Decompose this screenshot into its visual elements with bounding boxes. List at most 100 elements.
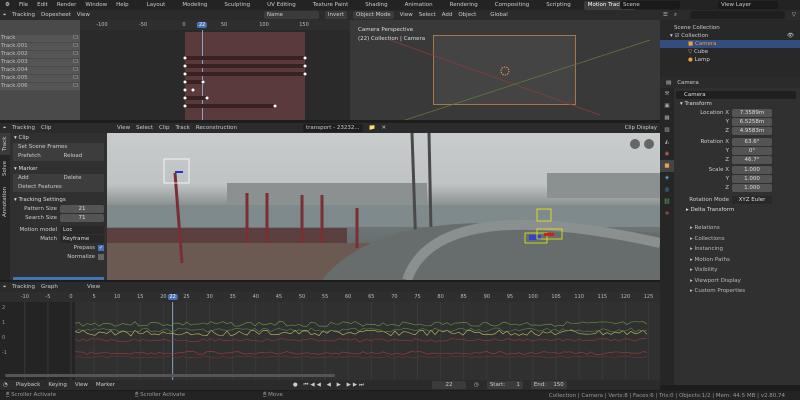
- editor-type-icon[interactable]: ⌖: [3, 125, 6, 132]
- viewport-menu-select[interactable]: Select: [419, 12, 436, 18]
- transform-panel-header[interactable]: ▾ Transform: [676, 99, 796, 109]
- tab-animation[interactable]: Animation: [401, 1, 437, 10]
- clip-display-menu[interactable]: Clip Display: [625, 125, 657, 131]
- pan-gizmo-icon[interactable]: [630, 139, 640, 149]
- normalize-checkbox[interactable]: [98, 253, 104, 260]
- channel-track[interactable]: Track.001 ☐: [0, 43, 80, 50]
- tab-sculpting[interactable]: Sculpting: [220, 1, 254, 10]
- detect-features-button[interactable]: Detect Features: [13, 183, 104, 192]
- delta-transform-header[interactable]: ▸ Delta Transform: [676, 205, 796, 215]
- graph-view-menu[interactable]: View: [87, 284, 100, 290]
- prefetch-button[interactable]: Prefetch: [13, 152, 59, 161]
- viewport-menu-add[interactable]: Add: [442, 12, 453, 18]
- clip-name-field[interactable]: transport - 23232...: [303, 124, 363, 132]
- relations-panel[interactable]: Relations: [674, 223, 800, 234]
- channel-track[interactable]: Track.006 ☐: [0, 83, 80, 90]
- match-select[interactable]: Keyframe: [60, 234, 104, 243]
- marker-panel-header[interactable]: ▾ Marker: [10, 164, 107, 174]
- tab-scripting[interactable]: Scripting: [542, 1, 574, 10]
- marker-menu[interactable]: Marker: [96, 382, 115, 388]
- viewport-menu-object[interactable]: Object: [458, 12, 476, 18]
- location-x[interactable]: 7.3589m: [732, 109, 772, 118]
- track-button-partial[interactable]: [13, 277, 104, 280]
- dopesheet-mode[interactable]: Tracking: [12, 12, 35, 18]
- outliner-collection[interactable]: ▾ ☑ Collection 👁: [660, 32, 800, 40]
- sort-select[interactable]: Name: [263, 11, 319, 19]
- view-layer-selector[interactable]: View Layer: [718, 1, 778, 9]
- timeline-type-icon[interactable]: ◔: [3, 382, 8, 388]
- 3d-viewport[interactable]: Camera Perspective (22) Collection | Cam…: [350, 20, 660, 120]
- scene-collection[interactable]: Scene Collection: [660, 24, 800, 32]
- channel-track[interactable]: Track.005 ☐: [0, 75, 80, 82]
- editor-type-icon[interactable]: ⌖: [3, 12, 6, 19]
- clip-mode[interactable]: Tracking: [12, 125, 35, 131]
- dopesheet-view-menu[interactable]: View: [77, 12, 90, 18]
- orientation-select[interactable]: Global: [490, 12, 508, 18]
- preview-range-icon[interactable]: ◷: [474, 382, 479, 388]
- open-folder-icon[interactable]: 📁: [369, 125, 376, 131]
- current-frame-field[interactable]: 22: [432, 381, 466, 389]
- properties-type-icon[interactable]: ▤: [666, 80, 671, 86]
- timeline-view-menu[interactable]: View: [75, 382, 88, 388]
- menu-render[interactable]: Render: [57, 2, 77, 8]
- channel-track[interactable]: Track.002 ☐: [0, 51, 80, 58]
- menu-window[interactable]: Window: [85, 2, 107, 8]
- clip-menu-reconstruction[interactable]: Reconstruction: [196, 125, 237, 131]
- outliner-item-lamp[interactable]: ● Lamp: [660, 56, 800, 64]
- scale-y[interactable]: 1.000: [732, 175, 772, 184]
- invert-button[interactable]: Invert: [324, 11, 347, 19]
- tab-texture-paint[interactable]: Texture Paint: [309, 1, 353, 10]
- clip-menu-select[interactable]: Select: [136, 125, 153, 131]
- physics-tab-icon[interactable]: ◎: [660, 184, 674, 196]
- set-scene-frames-button[interactable]: Set Scene Frames: [13, 143, 104, 152]
- playback-menu[interactable]: Playback: [16, 382, 41, 388]
- constraint-tab-icon[interactable]: ⛓: [660, 196, 674, 208]
- rotation-z[interactable]: 46.7°: [732, 155, 772, 164]
- clip-menu-view[interactable]: View: [117, 125, 130, 131]
- tab-uv-editing[interactable]: UV Editing: [263, 1, 300, 10]
- scale-z[interactable]: 1.000: [732, 184, 772, 193]
- rotation-y[interactable]: 0°: [732, 146, 772, 155]
- clip-panel-header[interactable]: ▾ Clip: [10, 133, 107, 143]
- custom-properties-panel[interactable]: Custom Properties: [674, 286, 800, 297]
- rotation-x[interactable]: 63.6°: [732, 137, 772, 146]
- dopesheet-type[interactable]: Dopesheet: [41, 12, 71, 18]
- tab-shading[interactable]: Shading: [361, 1, 391, 10]
- channel-track[interactable]: Track.003 ☐: [0, 59, 80, 66]
- filter-icon[interactable]: ▽: [792, 12, 796, 18]
- location-y[interactable]: 6.5258m: [732, 118, 772, 127]
- close-clip-icon[interactable]: ✕: [382, 125, 387, 131]
- modifier-tab-icon[interactable]: ◈: [660, 172, 674, 184]
- rotation-mode-select[interactable]: XYZ Euler: [732, 195, 772, 204]
- horizontal-scrollbar[interactable]: [5, 374, 335, 377]
- tab-track[interactable]: Track: [0, 133, 10, 155]
- outliner-item-camera[interactable]: ■ Camera: [660, 40, 800, 48]
- scene-tab-icon[interactable]: ◭: [660, 136, 674, 148]
- menu-help[interactable]: Help: [116, 2, 129, 8]
- outliner-item-cube[interactable]: ▽ Cube: [660, 48, 800, 56]
- clip-view-type[interactable]: Clip: [41, 125, 111, 131]
- start-frame-field[interactable]: Start: 1: [486, 381, 523, 389]
- zoom-gizmo-icon[interactable]: [644, 139, 654, 149]
- add-marker-button[interactable]: Add: [13, 174, 59, 183]
- clip-frame-image[interactable]: [107, 133, 660, 280]
- object-tab-icon[interactable]: ■: [660, 160, 674, 172]
- collections-panel[interactable]: Collections: [674, 234, 800, 245]
- scale-x[interactable]: 1.000: [732, 166, 772, 175]
- tab-layout[interactable]: Layout: [143, 1, 170, 10]
- motion-paths-panel[interactable]: Motion Paths: [674, 255, 800, 266]
- viewport-display-panel[interactable]: Viewport Display: [674, 276, 800, 287]
- menu-edit[interactable]: Edit: [37, 2, 48, 8]
- menu-file[interactable]: File: [19, 2, 28, 8]
- reload-button[interactable]: Reload: [58, 152, 104, 161]
- current-frame-indicator[interactable]: 22: [167, 294, 178, 300]
- visibility-panel[interactable]: Visibility: [674, 265, 800, 276]
- tab-solve[interactable]: Solve: [0, 155, 10, 181]
- instancing-panel[interactable]: Instancing: [674, 244, 800, 255]
- graph-area[interactable]: -10 -5 0 5 10 15 20 22 25 30 35 40 45 50 55 60 65 70 75 80 8…: [0, 292, 660, 380]
- viewport-menu-view[interactable]: View: [400, 12, 413, 18]
- blender-logo-icon[interactable]: ⚙: [5, 2, 10, 8]
- end-frame-field[interactable]: End: 150: [530, 381, 567, 389]
- channel-track[interactable]: Track ☐: [0, 35, 80, 42]
- dopesheet-area[interactable]: -100 -50 0 22 50 100 150: [80, 20, 350, 120]
